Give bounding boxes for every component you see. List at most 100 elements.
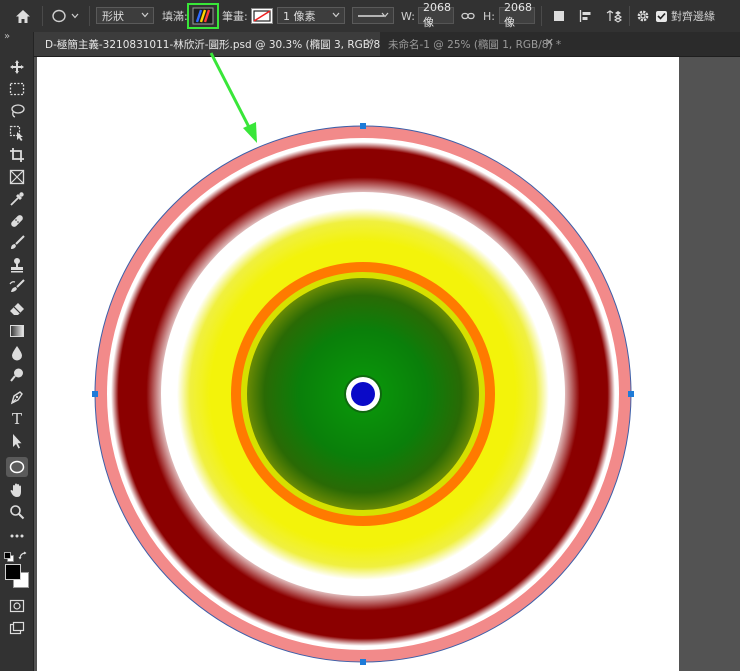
gradient-fill-swatch-icon [192,7,214,25]
height-value: 2068 像 [504,1,532,29]
rectangular-marquee-icon [9,82,25,96]
home-button[interactable] [12,0,34,32]
gradient-icon [10,325,24,337]
default-colors-button[interactable] [4,547,14,562]
swap-arrows-icon [18,551,27,560]
move-icon [10,60,24,74]
crop-icon [10,148,24,162]
hand-icon [10,483,21,497]
fill-swatch-button[interactable] [187,3,219,29]
path-alignment-button[interactable] [577,0,595,32]
no-color-swatch-icon [251,8,273,24]
home-icon [16,9,30,23]
stamp-icon [11,258,23,273]
ellipse-icon [9,460,25,474]
type-tool-button[interactable]: T [6,409,28,429]
gear-icon [637,10,649,22]
lasso-icon [11,104,25,118]
width-field[interactable]: 2068 像 [418,1,454,29]
bandage-icon [11,215,23,227]
document-tab-active[interactable]: D-極簡主義-3210831011-林欣沂-圓形.psd @ 30.3% (橢圓… [33,32,393,56]
ellipse-preset-icon [52,9,79,23]
collapse-toolbar-button[interactable]: » [4,31,10,42]
width-label: W: [401,9,415,23]
stroke-width-dropdown[interactable]: 1 像素 [277,7,345,24]
tools-panel: » T [0,31,34,671]
eraser-tool-button[interactable] [6,299,28,319]
link-dimensions-button[interactable] [460,0,476,32]
healing-brush-tool-button[interactable] [6,211,28,231]
height-field[interactable]: 2068 像 [499,1,535,29]
frame-icon [9,169,25,185]
stroke-type-dropdown[interactable] [352,7,394,24]
foreground-color-swatch[interactable] [5,564,21,580]
pen-tool-button[interactable] [6,387,28,407]
chevron-down-icon [332,12,340,18]
path-arrangement-button[interactable] [604,0,624,32]
document-tab-bar: D-極簡主義-3210831011-林欣沂-圓形.psd @ 30.3% (橢圓… [0,32,740,57]
ellipsis-icon [10,534,24,538]
quick-mask-button[interactable] [6,596,28,616]
droplet-icon [12,346,22,361]
move-tool-button[interactable] [6,57,28,77]
document-canvas[interactable] [37,57,679,671]
document-tab-inactive[interactable]: 未命名-1 @ 25% (橢圓 1, RGB/8) * ✕ [380,32,562,56]
options-bar: 形狀 填滿: 筆畫: 1 像素 W: 2068 像 H: 2068 像 對齊邊緣 [0,0,740,33]
tool-preset-picker[interactable] [50,0,84,32]
frame-tool-button[interactable] [6,167,28,187]
fill-label: 填滿: [162,10,188,23]
default-colors-icon [4,552,14,562]
shape-mode-dropdown[interactable]: 形狀 [96,7,154,24]
screen-mode-button[interactable] [6,618,28,638]
ellipse-tool-button[interactable] [6,457,28,477]
chevron-down-icon [141,12,149,18]
path-operations-icon [554,11,564,21]
object-selection-tool-button[interactable] [6,123,28,143]
marquee-tool-button[interactable] [6,79,28,99]
align-edges-label: 對齊邊緣 [671,10,715,23]
tab-title: 未命名-1 @ 25% (橢圓 1, RGB/8) * [388,38,562,51]
quick-mask-icon [9,599,25,613]
checkbox-checked-icon [656,10,667,22]
eyedropper-icon [10,192,24,206]
magnifier-icon [10,505,25,520]
swap-colors-button[interactable] [18,546,28,560]
shape-mode-value: 形狀 [102,9,124,23]
blur-tool-button[interactable] [6,343,28,363]
settings-button[interactable] [635,0,651,32]
link-icon [461,12,475,20]
path-selection-tool-button[interactable] [6,431,28,451]
path-operations-button[interactable] [551,0,567,32]
arrow-pointer-icon [13,434,22,449]
height-label: H: [483,9,495,23]
pen-nib-icon [10,391,23,405]
stroke-swatch-button[interactable] [251,8,273,24]
gradient-tool-button[interactable] [6,321,28,341]
object-selection-icon [9,125,23,141]
align-left-icon [579,10,591,22]
arrange-layers-icon [606,10,622,23]
type-icon: T [11,410,22,428]
screen-mode-icon [9,621,25,635]
lasso-tool-button[interactable] [6,101,28,121]
clone-stamp-tool-button[interactable] [6,255,28,275]
dodge-tool-button[interactable] [6,365,28,385]
width-value: 2068 像 [423,1,451,29]
close-icon[interactable]: ✕ [365,36,374,49]
chevron-down-icon [381,12,389,18]
dodge-icon [10,368,23,382]
close-icon[interactable]: ✕ [545,36,554,49]
brush-icon [11,235,25,249]
crop-tool-button[interactable] [6,145,28,165]
history-brush-tool-button[interactable] [6,277,28,297]
stroke-width-value: 1 像素 [283,9,316,23]
align-edges-toggle[interactable]: 對齊邊緣 [656,0,715,32]
brush-tool-button[interactable] [6,233,28,253]
more-tools-button[interactable] [6,526,28,546]
tab-title: D-極簡主義-3210831011-林欣沂-圓形.psd @ 30.3% (橢圓… [45,38,393,51]
zoom-tool-button[interactable] [6,502,28,522]
eyedropper-tool-button[interactable] [6,189,28,209]
concentric-circles-artwork [92,123,634,665]
hand-tool-button[interactable] [6,480,28,500]
history-brush-icon [9,279,25,292]
